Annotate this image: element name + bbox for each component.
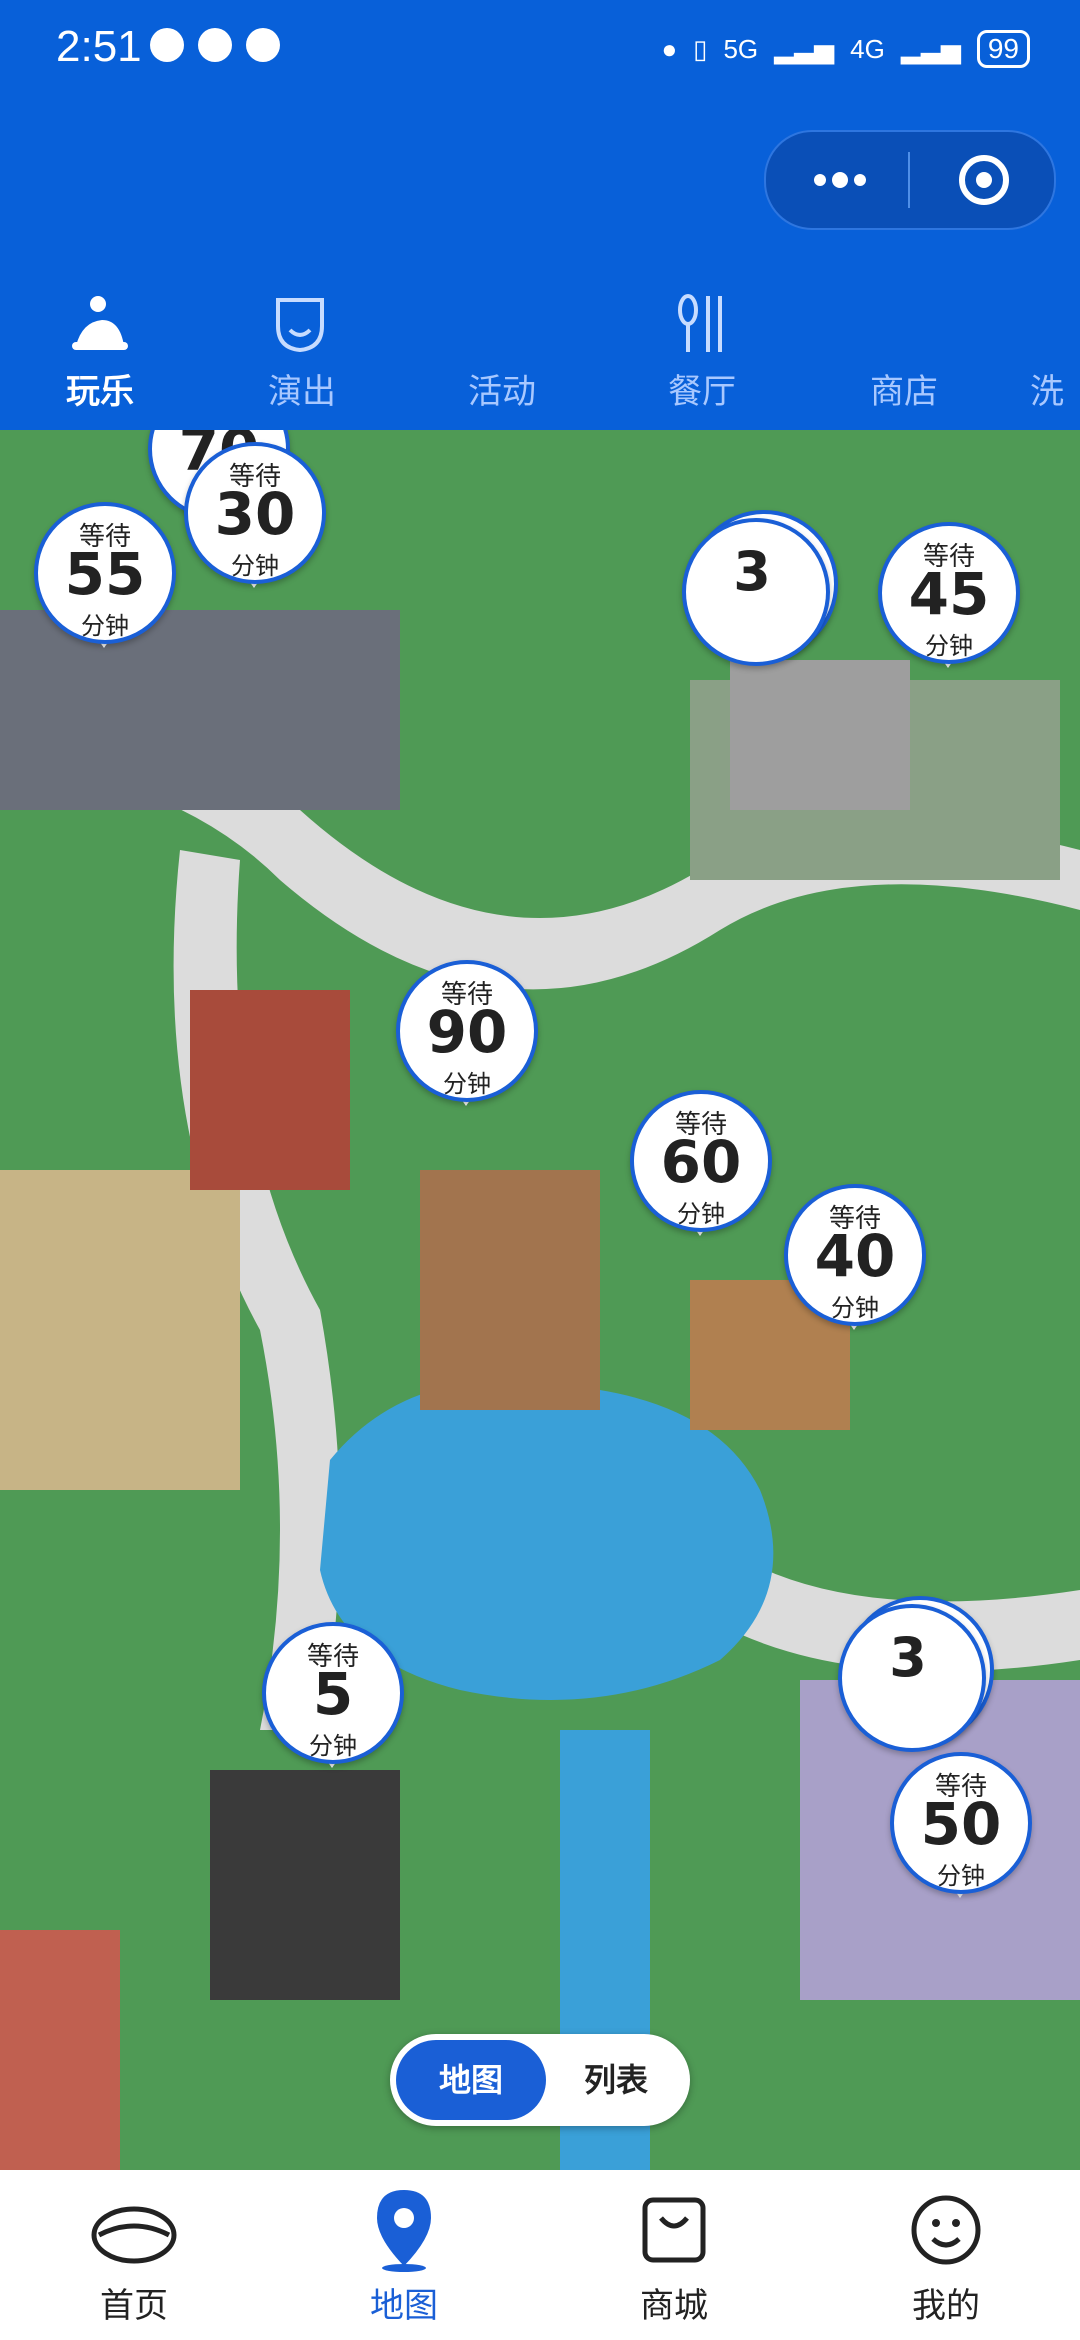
wait-time-pin[interactable]: 等待 40 分钟 (784, 1184, 926, 1330)
attraction-cluster[interactable]: 3 (670, 510, 838, 670)
tab-label: 商店 (870, 373, 938, 411)
view-toggle: 地图 列表 (390, 2034, 690, 2126)
mini-program-capsule[interactable] (764, 130, 1056, 230)
tab-label: 洗 (1030, 373, 1064, 411)
tab-shows[interactable]: 演出 (227, 280, 377, 413)
map-pin-icon (314, 2188, 494, 2272)
battery-level: 99 (976, 30, 1030, 68)
tab-shops[interactable]: 商店 (829, 280, 979, 413)
wait-time-pin[interactable]: 等待 60 分钟 (630, 1090, 772, 1236)
vibrate-icon: ▯ (693, 33, 708, 64)
signal-icon: ▂▃▅ (900, 33, 961, 64)
tab-play[interactable]: 玩乐 (25, 280, 175, 413)
wait-time-pin[interactable]: 等待 5 分钟 (262, 1622, 404, 1768)
nav-label: 首页 (100, 2287, 168, 2325)
wait-time-pin[interactable]: 等待 90 分钟 (396, 960, 538, 1106)
wait-time-pin[interactable]: 等待 30 分钟 (184, 442, 326, 588)
nav-home[interactable]: 首页 (44, 2188, 224, 2327)
status-time: 2:51 (56, 22, 142, 71)
nav-label: 地图 (370, 2287, 438, 2325)
theater-mask-icon (227, 280, 377, 356)
notification-icon (150, 28, 184, 62)
nav-profile[interactable]: 我的 (856, 2188, 1036, 2327)
shopping-bag-icon (584, 2188, 764, 2272)
wait-time-pin[interactable]: 等待 55 分钟 (34, 502, 176, 648)
nav-shop[interactable]: 商城 (584, 2188, 764, 2327)
tab-restrooms[interactable]: 洗 (1030, 280, 1080, 413)
nav-label: 我的 (912, 2287, 980, 2325)
nav-map[interactable]: 地图 (314, 2188, 494, 2327)
location-icon: ● (661, 33, 678, 64)
rider-icon (25, 280, 175, 356)
network-5g: 5G (723, 33, 759, 64)
tab-label: 餐厅 (668, 373, 736, 411)
wait-time-pin[interactable]: 等待 45 分钟 (878, 522, 1020, 668)
status-bar: 2:51 ● ▯ 5G ▂▃▅ 4G ▂▃▅ 99 (0, 0, 1080, 100)
category-tabs: 玩乐 演出 活动 餐厅 商店 洗 (0, 280, 1080, 430)
tab-activities[interactable]: 活动 (427, 280, 577, 413)
park-map[interactable]: 等待 70 分钟 等待 30 分钟 等待 55 分钟 3 等待 45 分钟 等待… (0, 430, 1080, 2170)
capsule-divider (908, 152, 910, 208)
tab-restaurants[interactable]: 餐厅 (627, 280, 777, 413)
network-4g: 4G (850, 33, 885, 64)
nav-label: 商城 (640, 2287, 708, 2325)
close-target-icon[interactable] (959, 155, 1009, 205)
status-indicators: ● ▯ 5G ▂▃▅ 4G ▂▃▅ 99 (661, 30, 1030, 68)
tab-label: 活动 (468, 373, 536, 411)
smiley-icon (856, 2188, 1036, 2272)
home-helmet-icon (44, 2188, 224, 2272)
notification-icons (150, 28, 280, 62)
weibo-icon (198, 28, 232, 62)
tab-label: 玩乐 (66, 373, 134, 411)
alarm-icon (246, 28, 280, 62)
header: 2:51 ● ▯ 5G ▂▃▅ 4G ▂▃▅ 99 玩乐 演出 活动 餐厅 商店… (0, 0, 1080, 430)
tab-label: 演出 (268, 373, 336, 411)
map-view-button[interactable]: 地图 (396, 2040, 546, 2120)
more-icon[interactable] (810, 170, 870, 190)
attraction-cluster[interactable]: 3 (826, 1596, 994, 1756)
list-view-button[interactable]: 列表 (546, 2040, 686, 2120)
signal-icon: ▂▃▅ (774, 33, 835, 64)
bottom-nav: 首页 地图 商城 我的 (0, 2170, 1080, 2340)
wait-time-pin[interactable]: 等待 50 分钟 (890, 1752, 1032, 1898)
fork-knife-icon (627, 280, 777, 356)
